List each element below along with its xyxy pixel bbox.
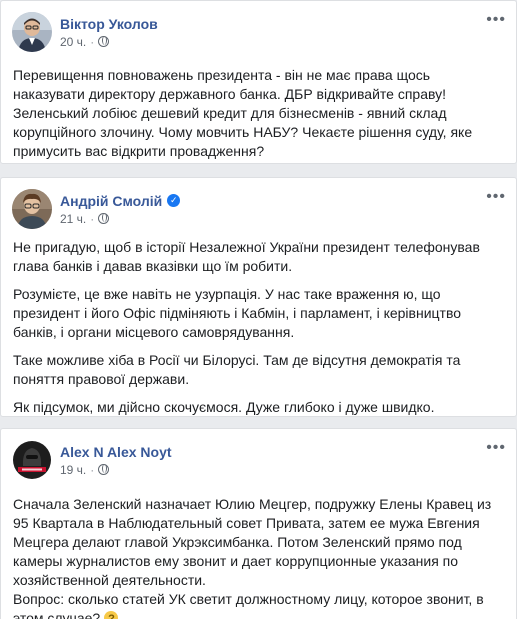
post-meta: 19 ч. ·: [60, 462, 172, 478]
post-timestamp[interactable]: 21 ч.: [60, 211, 86, 227]
post-card: Alex N Alex Noyt 19 ч. · ••• Сначала Зел…: [0, 428, 517, 619]
post-text: Не пригадую, щоб в історії Незалежної Ук…: [13, 238, 504, 426]
post-text: Сначала Зеленский назначает Юлию Мецгер,…: [13, 495, 504, 619]
verified-badge-icon: ✓: [167, 194, 181, 207]
author-name[interactable]: Alex N Alex Noyt: [60, 443, 172, 461]
globe-icon: [98, 464, 110, 475]
post-paragraph: Перевищення повноважень президента - він…: [13, 67, 473, 159]
post-timestamp[interactable]: 20 ч.: [60, 34, 86, 50]
globe-icon: [98, 36, 110, 47]
post-paragraph: Сначала Зеленский назначает Юлию Мецгер,…: [13, 496, 492, 588]
more-options-icon[interactable]: •••: [486, 440, 506, 456]
author-name-text[interactable]: Віктор Уколов: [60, 15, 158, 33]
avatar[interactable]: [12, 440, 52, 480]
post-paragraph: Як підсумок, ми дійсно скочуємося. Дуже …: [13, 399, 435, 415]
post-paragraph: Не пригадую, щоб в історії Незалежної Ук…: [13, 239, 480, 274]
post-card: Віктор Уколов 20 ч. · ••• Перевищення по…: [0, 0, 517, 164]
meta-separator: ·: [90, 34, 95, 49]
author-name[interactable]: Віктор Уколов: [60, 15, 158, 33]
post-header: Alex N Alex Noyt 19 ч. ·: [12, 440, 172, 480]
post-paragraph-question: Вопрос: сколько статей УК светит должнос…: [13, 590, 504, 619]
post-header: Віктор Уколов 20 ч. ·: [12, 12, 158, 52]
avatar[interactable]: [12, 12, 52, 52]
post-header: Андрій Смолій ✓ 21 ч. ·: [12, 189, 181, 229]
more-options-icon[interactable]: •••: [486, 12, 506, 28]
author-name-text[interactable]: Alex N Alex Noyt: [60, 443, 172, 461]
thinking-face-emoji-icon: [104, 610, 119, 619]
globe-icon: [98, 213, 110, 224]
author-name[interactable]: Андрій Смолій ✓: [60, 192, 181, 210]
more-options-icon[interactable]: •••: [486, 189, 506, 205]
post-paragraph: Таке можливе хіба в Росії чи Білорусі. Т…: [13, 352, 461, 387]
post-meta: 20 ч. ·: [60, 34, 158, 50]
avatar[interactable]: [12, 189, 52, 229]
post-card: Андрій Смолій ✓ 21 ч. · ••• Не пригадую,…: [0, 177, 517, 417]
meta-separator: ·: [90, 462, 95, 477]
post-timestamp[interactable]: 19 ч.: [60, 462, 86, 478]
author-name-text[interactable]: Андрій Смолій: [60, 192, 162, 210]
post-paragraph-text: Вопрос: сколько статей УК светит должнос…: [13, 591, 484, 619]
meta-separator: ·: [90, 211, 95, 226]
post-paragraph: Розумієте, це вже навіть не узурпація. У…: [13, 286, 462, 340]
post-meta: 21 ч. ·: [60, 211, 180, 227]
post-text: Перевищення повноважень президента - він…: [13, 66, 504, 170]
